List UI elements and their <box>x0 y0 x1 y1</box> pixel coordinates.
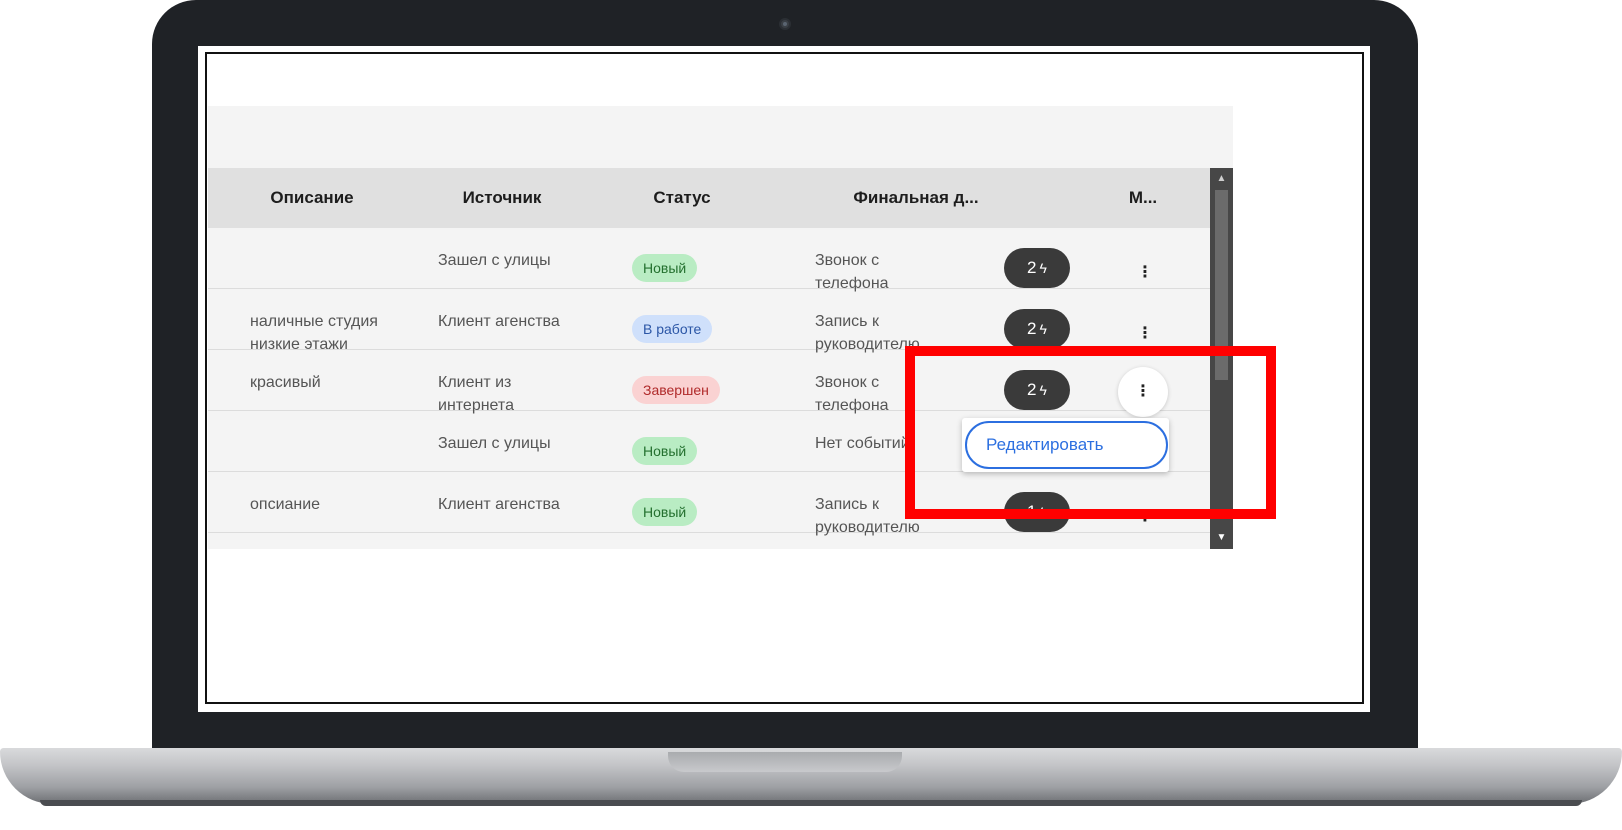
cell-description: красивый <box>250 374 321 391</box>
cell-description: опсиание <box>250 496 321 513</box>
table-header: Описание Источник Статус Финальная д... … <box>208 168 1210 228</box>
column-header-description[interactable]: Описание <box>244 168 380 228</box>
table-row[interactable]: наличные студия низкие этажи Клиент аген… <box>208 289 1210 353</box>
events-count: 2 <box>1027 319 1037 338</box>
cell-source: Зашел с улицы <box>438 435 551 452</box>
cell-final: Нет событий <box>815 435 910 452</box>
camera-icon <box>779 18 791 30</box>
bolt-icon: ϟ <box>1039 321 1047 337</box>
highlight-annotation <box>905 346 1276 519</box>
column-header-status[interactable]: Статус <box>628 168 736 228</box>
status-badge: В работе <box>632 315 713 343</box>
cell-source: Зашел с улицы <box>438 252 551 269</box>
events-button[interactable]: 2ϟ <box>1004 248 1070 288</box>
kebab-icon[interactable]: ⋮ <box>1137 265 1153 281</box>
laptop-notch <box>668 752 902 772</box>
events-button[interactable]: 2ϟ <box>1004 309 1070 349</box>
kebab-icon[interactable]: ⋮ <box>1137 326 1153 342</box>
scroll-down-arrow-icon[interactable]: ▼ <box>1210 529 1233 547</box>
toolbar-area <box>208 106 1233 168</box>
events-count: 2 <box>1027 258 1037 277</box>
status-badge: Новый <box>632 498 698 526</box>
column-header-final[interactable]: Финальная д... <box>826 168 1006 228</box>
status-badge: Новый <box>632 254 698 282</box>
scroll-up-arrow-icon[interactable]: ▲ <box>1210 170 1233 188</box>
cell-source: Клиент агенства <box>438 496 560 513</box>
status-badge: Завершен <box>632 376 720 404</box>
laptop-base-shadow <box>40 800 1582 806</box>
status-badge: Новый <box>632 437 698 465</box>
cell-source: Клиент агенства <box>438 313 560 330</box>
table-row[interactable]: Зашел с улицы Новый Звонок с телефона 2ϟ… <box>208 228 1210 292</box>
bolt-icon: ϟ <box>1039 260 1047 276</box>
column-header-source[interactable]: Источник <box>432 168 572 228</box>
column-header-more[interactable]: М... <box>1118 168 1168 228</box>
